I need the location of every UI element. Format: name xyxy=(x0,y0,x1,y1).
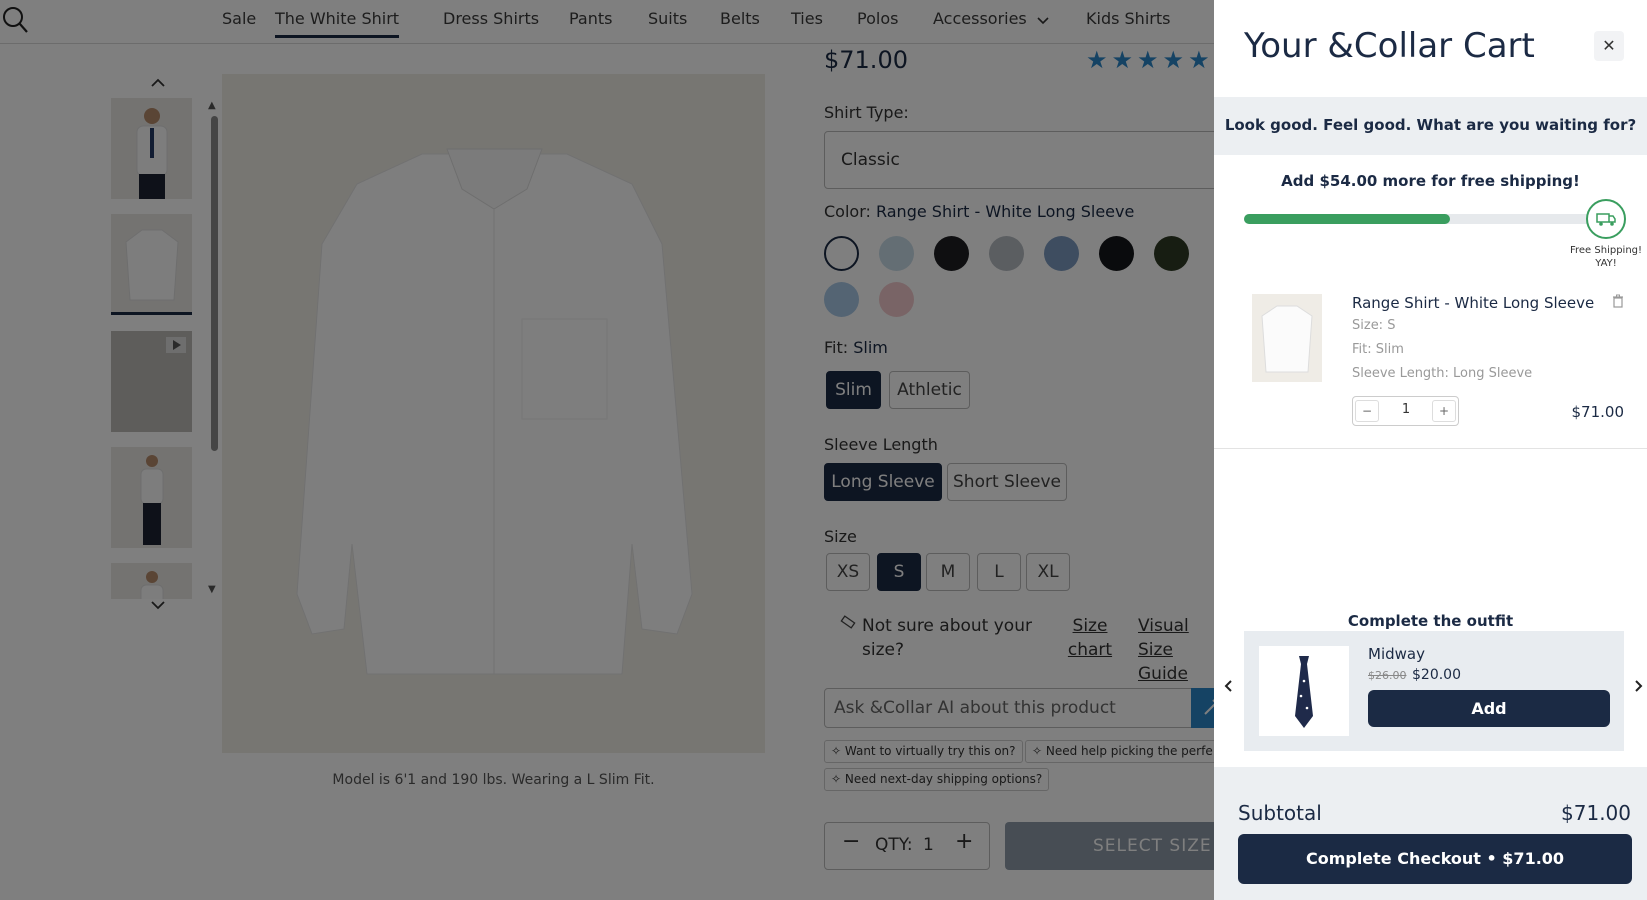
cart-drawer: Your &Collar Cart ✕ Look good. Feel good… xyxy=(1214,0,1647,900)
close-cart-button[interactable]: ✕ xyxy=(1594,31,1624,61)
shipping-message: Add $54.00 more for free shipping! xyxy=(1281,172,1580,190)
outfit-old-price: $26.00 xyxy=(1368,669,1407,682)
outfit-card: Midway $26.00 $20.00 Add xyxy=(1244,631,1624,751)
cart-item-image[interactable] xyxy=(1252,294,1322,382)
cart-banner: Look good. Feel good. What are you waiti… xyxy=(1214,97,1647,155)
free-shipping-yay: YAY! xyxy=(1595,258,1617,269)
truck-icon xyxy=(1586,199,1626,239)
cart-item-size: Size: S xyxy=(1352,318,1396,333)
free-shipping-text: Free Shipping! xyxy=(1569,245,1643,256)
cart-item-price: $71.00 xyxy=(1571,403,1625,421)
cart-quantity-stepper: − 1 + xyxy=(1352,396,1459,426)
outfit-new-price: $20.00 xyxy=(1412,667,1461,683)
cart-footer: Subtotal $71.00 Complete Checkout • $71.… xyxy=(1214,767,1647,900)
free-shipping-label: Free Shipping! YAY! xyxy=(1556,244,1647,270)
outfit-title: Complete the outfit xyxy=(1347,612,1514,630)
cart-qty-plus-button[interactable]: + xyxy=(1432,400,1456,422)
outfit-image[interactable] xyxy=(1259,646,1349,736)
chevron-right-icon[interactable] xyxy=(1634,679,1644,693)
divider xyxy=(1214,448,1647,449)
cart-item-name[interactable]: Range Shirt - White Long Sleeve xyxy=(1352,294,1594,312)
subtotal-value: $71.00 xyxy=(1561,801,1631,825)
cart-item-fit: Fit: Slim xyxy=(1352,342,1404,357)
checkout-button[interactable]: Complete Checkout • $71.00 xyxy=(1238,834,1632,884)
outfit-add-button[interactable]: Add xyxy=(1368,690,1610,727)
trash-icon[interactable] xyxy=(1612,294,1624,308)
shirt-icon xyxy=(1261,305,1313,373)
chevron-left-icon[interactable] xyxy=(1223,679,1233,693)
cart-title: Your &Collar Cart xyxy=(1244,26,1535,66)
subtotal-label: Subtotal xyxy=(1238,801,1322,825)
cart-item-sleeve: Sleeve Length: Long Sleeve xyxy=(1352,366,1533,381)
shipping-progress-fill xyxy=(1244,214,1451,224)
modal-overlay[interactable] xyxy=(0,0,1214,900)
shipping-progress-bar xyxy=(1244,214,1600,224)
tie-icon xyxy=(1295,656,1313,728)
cart-qty-value[interactable]: 1 xyxy=(1393,402,1419,417)
cart-qty-minus-button[interactable]: − xyxy=(1355,400,1379,422)
close-icon: ✕ xyxy=(1602,36,1616,55)
outfit-name[interactable]: Midway xyxy=(1368,645,1425,663)
